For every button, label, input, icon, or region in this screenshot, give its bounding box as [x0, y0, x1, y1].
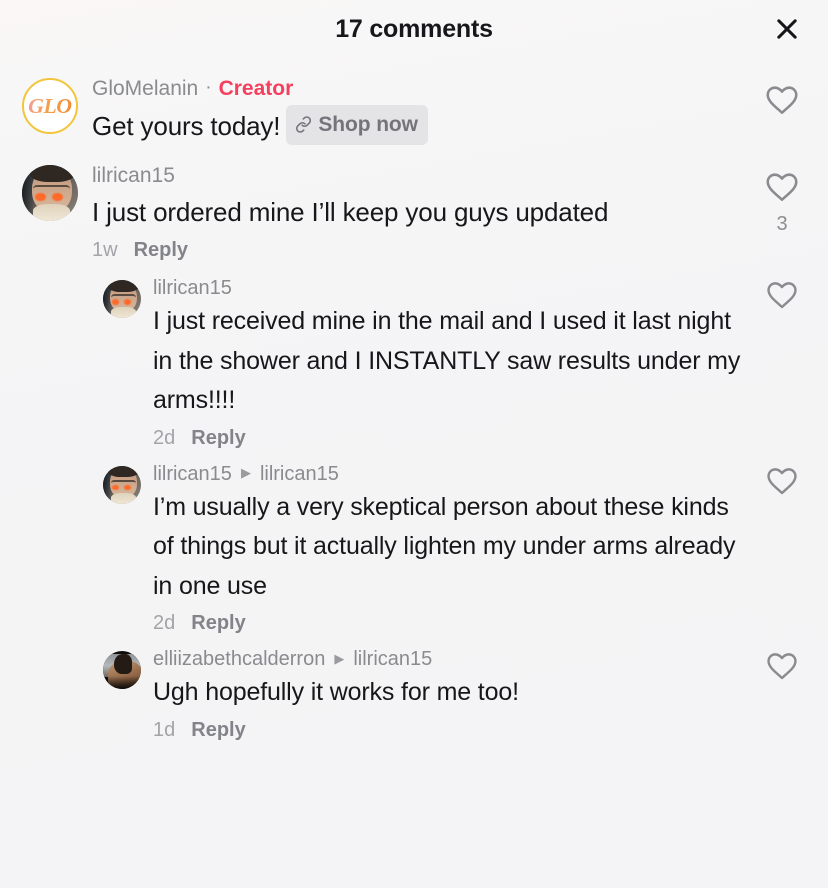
comment-username[interactable]: elliizabethcalderron: [153, 648, 325, 670]
link-icon: [295, 116, 312, 133]
like-column: [754, 462, 810, 507]
avatar-photo-hair: [108, 465, 139, 478]
comment-meta-row: 2d Reply: [153, 427, 754, 450]
reply-arrow-icon: ▶: [334, 650, 345, 666]
reply-arrow-icon: ▶: [240, 465, 251, 481]
avatar-photo-mask: [110, 307, 136, 319]
comment-username-row: elliizabethcalderron ▶ lilrican15: [153, 648, 754, 670]
close-icon: [773, 15, 801, 43]
comment-body: lilrican15 I just ordered mine I’ll keep…: [78, 163, 754, 262]
comment-text: Ugh hopefully it works for me too!: [153, 678, 519, 707]
comment-list: GLO GloMelanin · Creator Get yours today…: [0, 58, 828, 748]
comment-timestamp: 2d: [153, 612, 176, 635]
comment-meta-row: 1w Reply: [92, 239, 754, 262]
comment-timestamp: 2d: [153, 426, 176, 449]
close-button[interactable]: [768, 10, 806, 48]
shop-now-label: Shop now: [318, 113, 418, 137]
avatar[interactable]: [22, 165, 78, 222]
glo-logo-text: GLO: [28, 93, 72, 118]
like-column: [754, 276, 810, 321]
avatar-photo-mask: [110, 492, 136, 504]
heart-outline-icon[interactable]: [765, 649, 799, 688]
username-separator: ·: [205, 77, 212, 99]
comment-item[interactable]: lilrican15 I just ordered mine I’ll keep…: [0, 155, 828, 270]
comment-body: lilrican15 I just received mine in the m…: [141, 276, 754, 450]
like-column: [754, 647, 810, 692]
comment-body: GloMelanin · Creator Get yours today! Sho…: [78, 76, 754, 147]
avatar-photo-cheek-right: [123, 484, 131, 491]
avatar-photo-cheek-left: [35, 192, 47, 202]
comment-username[interactable]: lilrican15: [92, 164, 175, 187]
comment-item-reply[interactable]: elliizabethcalderron ▶ lilrican15 Ugh ho…: [0, 641, 828, 748]
comment-text: Get yours today!: [92, 111, 281, 142]
comment-item[interactable]: GLO GloMelanin · Creator Get yours today…: [0, 68, 828, 155]
comment-meta-row: 1d Reply: [153, 719, 754, 742]
reply-button[interactable]: Reply: [191, 427, 245, 450]
heart-outline-icon[interactable]: [765, 278, 799, 317]
avatar-photo-mask: [33, 204, 71, 222]
page-title: 17 comments: [335, 14, 493, 43]
comment-timestamp: 1w: [92, 239, 118, 262]
comment-username-row: lilrican15 ▶ lilrican15: [153, 463, 754, 485]
avatar-photo-cheek-left: [112, 299, 120, 305]
comment-item-reply[interactable]: lilrican15 ▶ lilrican15 I’m usually a ve…: [0, 456, 828, 642]
avatar-photo-hair: [29, 165, 75, 183]
comment-body: elliizabethcalderron ▶ lilrican15 Ugh ho…: [141, 647, 754, 742]
comment-username-row: lilrican15: [153, 277, 754, 299]
heart-outline-icon[interactable]: [764, 82, 800, 123]
avatar[interactable]: [103, 465, 141, 504]
avatar-photo-cheek-right: [123, 299, 131, 305]
comment-username[interactable]: GloMelanin: [92, 77, 198, 100]
comment-username-row: lilrican15: [92, 164, 754, 187]
avatar-photo-hair: [114, 654, 132, 675]
creator-badge: Creator: [218, 77, 294, 100]
comment-body: lilrican15 ▶ lilrican15 I’m usually a ve…: [141, 462, 754, 636]
avatar[interactable]: [103, 280, 141, 319]
avatar-photo-cheek-right: [52, 192, 63, 202]
comments-header: 17 comments: [0, 0, 828, 58]
like-column: 3: [754, 163, 810, 234]
avatar[interactable]: [103, 651, 141, 690]
reply-button[interactable]: Reply: [134, 239, 188, 262]
comment-text: I just received mine in the mail and I u…: [153, 307, 741, 415]
like-count: 3: [776, 213, 788, 236]
avatar[interactable]: GLO: [22, 78, 78, 134]
like-column: [754, 76, 810, 127]
comment-meta-row: 2d Reply: [153, 612, 754, 635]
comment-username-row: GloMelanin · Creator: [92, 77, 754, 100]
heart-outline-icon[interactable]: [765, 464, 799, 503]
reply-button[interactable]: Reply: [191, 719, 245, 742]
comment-item-reply[interactable]: lilrican15 I just received mine in the m…: [0, 270, 828, 456]
comment-text-wrapper: Get yours today! Shop now: [92, 105, 754, 147]
avatar-photo-hair: [108, 280, 139, 292]
comment-reply-to-username[interactable]: lilrican15: [260, 463, 339, 485]
comment-text: I just ordered mine I’ll keep you guys u…: [92, 197, 609, 228]
reply-button[interactable]: Reply: [191, 612, 245, 635]
shop-now-badge[interactable]: Shop now: [286, 105, 428, 146]
avatar-photo-shadow: [103, 675, 141, 690]
comment-reply-to-username[interactable]: lilrican15: [353, 648, 432, 670]
comment-text: I’m usually a very skeptical person abou…: [153, 492, 736, 600]
comment-timestamp: 1d: [153, 718, 176, 741]
comment-username[interactable]: lilrican15: [153, 277, 232, 299]
comment-username[interactable]: lilrican15: [153, 463, 232, 485]
heart-outline-icon[interactable]: [764, 169, 800, 210]
